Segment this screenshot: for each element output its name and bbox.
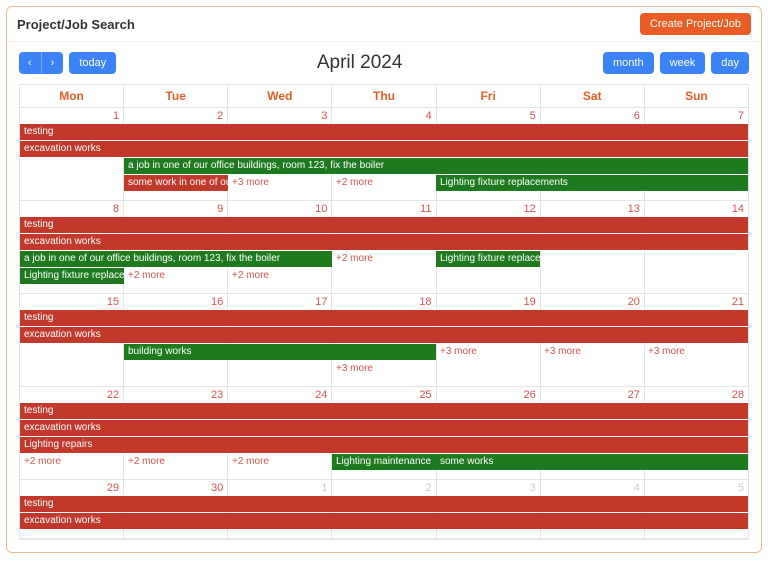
calendar-title: April 2024 bbox=[317, 52, 403, 74]
day-number: 14 bbox=[732, 203, 744, 215]
calendar-event[interactable]: some work in one of our are bbox=[124, 175, 228, 191]
day-number: 30 bbox=[211, 482, 223, 494]
today-button[interactable]: today bbox=[69, 52, 116, 74]
more-events-link[interactable]: +3 more bbox=[228, 175, 332, 191]
day-number: 26 bbox=[523, 389, 535, 401]
more-events-link[interactable]: +3 more bbox=[540, 344, 644, 360]
dow-label: Sun bbox=[645, 85, 748, 108]
week-view-button[interactable]: week bbox=[660, 52, 706, 74]
day-number: 15 bbox=[107, 296, 119, 308]
calendar-event[interactable]: a job in one of our office buildings, ro… bbox=[124, 158, 748, 174]
dow-header: MonTueWedThuFriSatSun bbox=[20, 85, 748, 108]
month-view-button[interactable]: month bbox=[603, 52, 654, 74]
dow-label: Mon bbox=[20, 85, 124, 108]
day-number: 22 bbox=[107, 389, 119, 401]
calendar-event[interactable]: excavation works bbox=[20, 513, 748, 529]
more-events-link[interactable]: +3 more bbox=[332, 361, 436, 377]
more-events-link[interactable]: +3 more bbox=[436, 344, 540, 360]
more-events-link[interactable]: +2 more bbox=[124, 454, 228, 470]
more-events-link[interactable]: +3 more bbox=[644, 344, 748, 360]
calendar-event[interactable]: excavation works bbox=[20, 420, 748, 436]
dow-label: Sat bbox=[541, 85, 645, 108]
day-number: 29 bbox=[107, 482, 119, 494]
day-number: 7 bbox=[738, 110, 744, 122]
day-number: 1 bbox=[321, 482, 327, 494]
more-events-link[interactable]: +2 more bbox=[332, 251, 436, 267]
day-number: 10 bbox=[315, 203, 327, 215]
day-number: 13 bbox=[628, 203, 640, 215]
dow-label: Tue bbox=[124, 85, 228, 108]
day-number: 12 bbox=[523, 203, 535, 215]
calendar-week: 22232425262728testingexcavation worksLig… bbox=[20, 387, 748, 480]
calendar-event[interactable]: Lighting fixture replacements bbox=[20, 268, 124, 284]
day-number: 16 bbox=[211, 296, 223, 308]
calendar-week: 15 16 17 18 19 20 21 testingexcavation worksbui… bbox=[20, 294, 748, 387]
panel-header: Project/Job Search Create Project/Job bbox=[7, 7, 761, 42]
day-number: 2 bbox=[217, 110, 223, 122]
day-number: 21 bbox=[732, 296, 744, 308]
calendar-event[interactable]: excavation works bbox=[20, 327, 748, 343]
calendar-grid: MonTueWedThuFriSatSun1234567testingexcav… bbox=[19, 84, 749, 540]
day-number: 8 bbox=[113, 203, 119, 215]
day-number: 3 bbox=[530, 482, 536, 494]
panel-title: Project/Job Search bbox=[17, 17, 135, 32]
day-number: 4 bbox=[425, 110, 431, 122]
calendar-week: 1 2 3 4 5 6 7 testingexcavation worksa job in o… bbox=[20, 108, 748, 201]
calendar-week: 8 9 10 11 12 13 14 testingexcavation worksa job… bbox=[20, 201, 748, 294]
more-events-link[interactable]: +2 more bbox=[124, 268, 228, 284]
day-number: 23 bbox=[211, 389, 223, 401]
day-number: 3 bbox=[321, 110, 327, 122]
calendar-event[interactable]: Lighting maintenance bbox=[332, 454, 436, 470]
calendar-event[interactable]: testing bbox=[20, 124, 748, 140]
calendar-event[interactable]: a job in one of our office buildings, ro… bbox=[20, 251, 332, 267]
more-events-link[interactable]: +2 more bbox=[228, 268, 332, 284]
day-number: 17 bbox=[315, 296, 327, 308]
project-job-panel: Project/Job Search Create Project/Job ‹ … bbox=[6, 6, 762, 553]
calendar-event[interactable]: excavation works bbox=[20, 141, 748, 157]
calendar-event[interactable]: Lighting repairs bbox=[20, 437, 748, 453]
calendar-event[interactable]: Lighting fixture replacements bbox=[436, 175, 748, 191]
calendar-event[interactable]: testing bbox=[20, 217, 748, 233]
day-number: 1 bbox=[113, 110, 119, 122]
dow-label: Wed bbox=[228, 85, 332, 108]
calendar-week: 29 30 1 2 3 4 5 testingexcavation works bbox=[20, 480, 748, 539]
calendar-event[interactable]: some works bbox=[436, 454, 748, 470]
day-number: 27 bbox=[628, 389, 640, 401]
day-number: 25 bbox=[419, 389, 431, 401]
calendar-event[interactable]: testing bbox=[20, 403, 748, 419]
nav-group: ‹ › bbox=[19, 52, 63, 74]
calendar-toolbar: ‹ › today April 2024 month week day bbox=[7, 42, 761, 80]
day-number: 5 bbox=[738, 482, 744, 494]
day-number: 20 bbox=[628, 296, 640, 308]
next-button[interactable]: › bbox=[41, 52, 64, 74]
day-number: 9 bbox=[217, 203, 223, 215]
dow-label: Thu bbox=[332, 85, 436, 108]
day-number: 19 bbox=[523, 296, 535, 308]
more-events-link[interactable]: +2 more bbox=[332, 175, 436, 191]
create-project-job-button[interactable]: Create Project/Job bbox=[640, 13, 751, 35]
dow-label: Fri bbox=[437, 85, 541, 108]
day-number: 5 bbox=[530, 110, 536, 122]
day-number: 4 bbox=[634, 482, 640, 494]
calendar-event[interactable]: testing bbox=[20, 496, 748, 512]
day-view-button[interactable]: day bbox=[711, 52, 749, 74]
calendar-event[interactable]: Lighting fixture replacement bbox=[436, 251, 540, 267]
calendar-event[interactable]: testing bbox=[20, 310, 748, 326]
day-number: 11 bbox=[420, 203, 431, 215]
prev-button[interactable]: ‹ bbox=[19, 52, 41, 74]
day-number: 6 bbox=[634, 110, 640, 122]
calendar-event[interactable]: excavation works bbox=[20, 234, 748, 250]
day-number: 2 bbox=[425, 482, 431, 494]
day-number: 18 bbox=[419, 296, 431, 308]
day-number: 24 bbox=[315, 389, 327, 401]
more-events-link[interactable]: +2 more bbox=[20, 454, 124, 470]
more-events-link[interactable]: +2 more bbox=[228, 454, 332, 470]
day-number: 28 bbox=[732, 389, 744, 401]
calendar-event[interactable]: building works bbox=[124, 344, 436, 360]
